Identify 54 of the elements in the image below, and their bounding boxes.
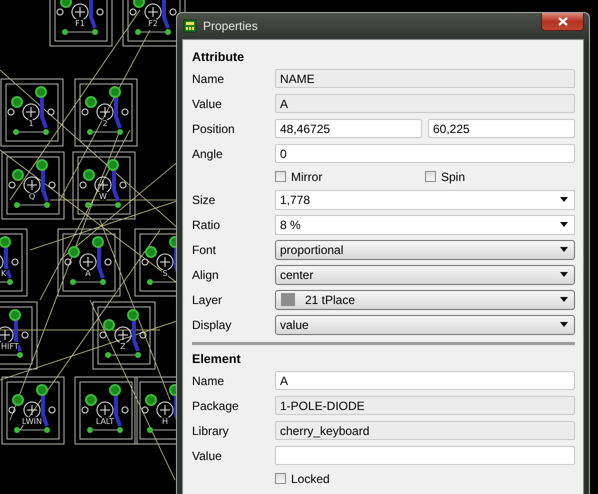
caret-icon [560, 222, 568, 227]
input-field[interactable]: A [275, 371, 575, 390]
field-label: Value [192, 448, 223, 462]
checkbox[interactable] [425, 171, 436, 182]
chip-icon [183, 19, 197, 33]
part-label: W [99, 192, 107, 201]
caret-icon [560, 247, 568, 252]
field-label: Position [192, 122, 236, 136]
close-icon [558, 17, 568, 26]
checkbox[interactable] [275, 473, 286, 484]
part-label: K [1, 269, 6, 278]
dropdown[interactable]: value [275, 314, 575, 334]
checkbox-label: Locked [291, 472, 330, 486]
caret-icon [560, 272, 568, 277]
field-label: Name [192, 72, 226, 86]
section-heading: Attribute [192, 49, 246, 66]
caret-icon [560, 322, 568, 327]
checkbox[interactable] [275, 171, 286, 182]
dropdown[interactable]: center [275, 264, 575, 284]
window-title: Properties [203, 19, 258, 33]
part-label: 1 [28, 119, 34, 128]
dropdown[interactable]: 1,778 [275, 190, 575, 210]
field-label: Package [192, 398, 240, 412]
close-button[interactable] [541, 13, 584, 31]
field-label: Ratio [192, 218, 222, 232]
part-label: Z [120, 342, 126, 351]
field-label: Size [192, 192, 216, 206]
field-label: Font [192, 242, 218, 256]
checkbox-label: Spin [441, 170, 466, 184]
field-label: Library [192, 424, 230, 438]
caret-icon [560, 197, 568, 202]
dropdown[interactable]: proportional [275, 240, 575, 260]
input-field[interactable]: 48,46725 [275, 119, 422, 138]
field-label: Layer [192, 292, 224, 306]
input-field[interactable] [275, 446, 575, 465]
part-label: 2 [102, 119, 108, 128]
field-label: Value [192, 96, 223, 110]
field-label: Name [192, 374, 226, 388]
part-label: Q [28, 192, 36, 201]
part-label: F2 [148, 19, 158, 28]
part-label: A [85, 269, 91, 278]
dropdown[interactable]: 8 % [275, 214, 575, 234]
input-field[interactable]: 0 [275, 144, 575, 163]
dropdown[interactable]: 21 tPlace [275, 290, 575, 310]
field-label: Angle [192, 146, 224, 160]
part-label: H [162, 417, 168, 426]
input-field[interactable]: 60,225 [428, 119, 575, 138]
part-label: LALT [96, 417, 114, 426]
section-heading: Element [192, 351, 242, 368]
field-label: Align [192, 268, 220, 282]
part-label: F1 [75, 19, 85, 28]
field-label: Display [192, 318, 232, 332]
caret-icon [560, 297, 568, 302]
checkbox-label: Mirror [291, 170, 322, 184]
